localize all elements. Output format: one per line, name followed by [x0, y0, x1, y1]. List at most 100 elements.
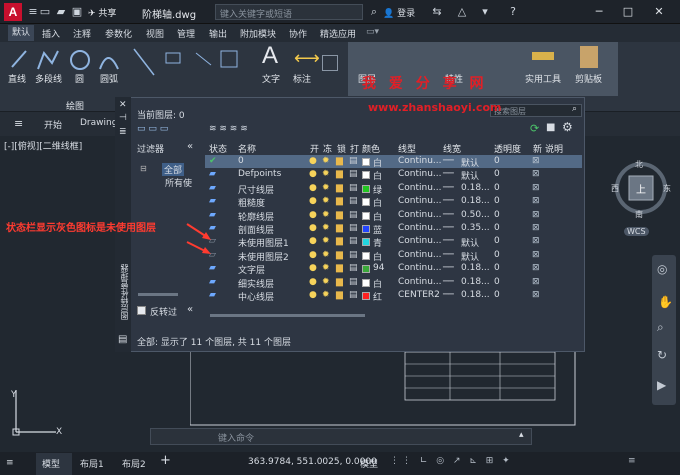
color-swatch[interactable] — [362, 278, 370, 287]
minimize-button[interactable]: ─ — [588, 4, 610, 20]
layer-color-name[interactable]: 红 — [373, 290, 382, 303]
layer-row[interactable]: ▰ 轮廓线层 ● ✹ ▆ ▤ 白 Continu... ── 0.50... 0 ⊠ — [205, 209, 582, 223]
freeze-sun-icon[interactable]: ✹ — [322, 277, 330, 287]
new-vp-freeze-icon[interactable]: ⊠ — [532, 210, 540, 220]
orbit-icon[interactable]: ↻ — [657, 348, 667, 362]
text-icon[interactable]: A — [262, 42, 278, 70]
customize-icon[interactable]: ≡ — [628, 456, 636, 466]
col-lock[interactable]: 锁 — [337, 142, 346, 155]
color-swatch[interactable] — [362, 238, 370, 247]
layer-search-icon[interactable]: ⌕ — [572, 104, 577, 114]
lock-icon[interactable]: ▆ — [336, 169, 343, 179]
invert-filter-checkbox[interactable] — [137, 306, 146, 315]
lock-icon[interactable]: ▆ — [336, 250, 343, 260]
layer-transparency[interactable]: 0 — [494, 156, 500, 166]
utilities-label[interactable]: 实用工具 — [525, 72, 561, 85]
lock-icon[interactable]: ▆ — [336, 183, 343, 193]
collapse-filter-icon-2[interactable]: « — [187, 304, 193, 315]
new-vp-freeze-icon[interactable]: ⊠ — [532, 196, 540, 206]
freeze-sun-icon[interactable]: ✹ — [322, 263, 330, 273]
tab-addins[interactable]: 附加模块 — [240, 27, 276, 40]
help-icon[interactable]: ? — [506, 5, 520, 19]
table-scrollbar[interactable] — [210, 314, 365, 317]
layer-transparency[interactable]: 0 — [494, 210, 500, 220]
layer-linetype[interactable]: Continu... — [398, 210, 442, 220]
layer-row[interactable]: ▰ 文字层 ● ✹ ▆ ▤ 94 Continu... ── 0.18... 0 ⊠ — [205, 262, 582, 276]
layer-linetype[interactable]: Continu... — [398, 183, 442, 193]
layer-transparency[interactable]: 0 — [494, 277, 500, 287]
layer-color-name[interactable]: 白 — [373, 156, 382, 169]
command-input[interactable]: 键入命令 — [218, 431, 254, 444]
autocad-logo[interactable]: A — [4, 3, 22, 21]
new-vp-freeze-icon[interactable]: ⊠ — [532, 263, 540, 273]
search-icon[interactable]: ⌕ — [367, 5, 381, 19]
layer-transparency[interactable]: 0 — [494, 250, 500, 260]
on-bulb-icon[interactable]: ● — [309, 277, 317, 287]
lock-icon[interactable]: ▆ — [336, 223, 343, 233]
plot-icon[interactable]: ▤ — [349, 196, 358, 206]
maximize-button[interactable]: □ — [617, 4, 639, 20]
tab-annotate[interactable]: 注释 — [73, 27, 91, 40]
lock-icon[interactable]: ▆ — [336, 210, 343, 220]
new-vp-freeze-icon[interactable]: ⊠ — [532, 277, 540, 287]
layout2-tab[interactable]: 布局2 — [122, 457, 146, 470]
layer-row[interactable]: ▱ 未使用图层2 ● ✹ ▆ ▤ 白 Continu... ── 默认 0 ⊠ — [205, 249, 582, 263]
settings-icon[interactable]: ⚙ — [562, 120, 573, 134]
on-bulb-icon[interactable]: ● — [309, 290, 317, 300]
new-vp-freeze-icon[interactable]: ⊠ — [532, 183, 540, 193]
layer-lineweight[interactable]: 0.18... — [461, 290, 490, 300]
plot-icon[interactable]: ▤ — [349, 223, 358, 233]
viewcube-top[interactable]: 上 — [636, 181, 646, 196]
lock-icon[interactable]: ▆ — [336, 156, 343, 166]
layer-name[interactable]: 文字层 — [238, 263, 265, 276]
freeze-sun-icon[interactable]: ✹ — [322, 223, 330, 233]
layer-transparency[interactable]: 0 — [494, 169, 500, 179]
collapse-filter-icon[interactable]: « — [187, 141, 193, 152]
col-freeze[interactable]: 冻 — [323, 142, 332, 155]
layer-name[interactable]: 0 — [238, 156, 244, 166]
layer-linetype[interactable]: Continu... — [398, 236, 442, 246]
tab-view[interactable]: 视图 — [146, 27, 164, 40]
filter-used[interactable]: 所有使 — [165, 176, 192, 189]
layer-linetype[interactable]: Continu... — [398, 250, 442, 260]
layer-linetype[interactable]: CENTER2 — [398, 290, 440, 300]
layer-name[interactable]: 未使用图层1 — [238, 236, 289, 249]
plot-icon[interactable]: ▤ — [349, 210, 358, 220]
line-tool-label[interactable]: 直线 — [8, 72, 26, 85]
col-new[interactable]: 新 — [533, 142, 542, 155]
lock-icon[interactable]: ▆ — [336, 263, 343, 273]
layer-color-name[interactable]: 白 — [373, 277, 382, 290]
on-bulb-icon[interactable]: ● — [309, 263, 317, 273]
stop-icon[interactable]: ■ — [546, 122, 555, 133]
cart-icon[interactable]: ⇆ — [430, 5, 444, 19]
filter-all[interactable]: 全部 — [162, 163, 185, 176]
chevron-down-icon[interactable]: ▾ — [478, 5, 492, 19]
layer-name[interactable]: 未使用图层2 — [238, 250, 289, 263]
color-swatch[interactable] — [362, 171, 370, 180]
properties-icon[interactable]: ≣ — [119, 127, 127, 137]
dimension-tool-label[interactable]: 标注 — [293, 72, 311, 85]
layer-color-name[interactable]: 蓝 — [373, 223, 382, 236]
layer-lineweight[interactable]: 0.18... — [461, 277, 490, 287]
on-bulb-icon[interactable]: ● — [309, 169, 317, 179]
new-vp-freeze-icon[interactable]: ⊠ — [532, 290, 540, 300]
layer-color-name[interactable]: 白 — [373, 210, 382, 223]
viewport-label[interactable]: [-][俯视][二维线框] — [4, 139, 82, 152]
layer-name[interactable]: 剖面线层 — [238, 223, 274, 236]
lock-icon[interactable]: ▆ — [336, 196, 343, 206]
layer-transparency[interactable]: 0 — [494, 290, 500, 300]
zoom-icon[interactable]: ⌕ — [657, 320, 664, 335]
layer-name[interactable]: 细实线层 — [238, 277, 274, 290]
lock-icon[interactable]: ▆ — [336, 290, 343, 300]
new-icon[interactable]: ▭ — [38, 5, 52, 19]
table-icon[interactable] — [322, 55, 338, 71]
layer-name[interactable]: 尺寸线层 — [238, 183, 274, 196]
circle-tool-label[interactable]: 圆 — [75, 72, 84, 85]
color-swatch[interactable] — [362, 292, 370, 300]
new-vp-freeze-icon[interactable]: ⊠ — [532, 169, 540, 179]
showmotion-icon[interactable]: ▶ — [657, 378, 666, 392]
color-swatch[interactable] — [362, 265, 370, 274]
new-filter-icon[interactable]: ▭ ▭ ▭ — [137, 124, 168, 134]
freeze-sun-icon[interactable]: ✹ — [322, 290, 330, 300]
layout-menu-icon[interactable]: ≡ — [6, 458, 14, 468]
